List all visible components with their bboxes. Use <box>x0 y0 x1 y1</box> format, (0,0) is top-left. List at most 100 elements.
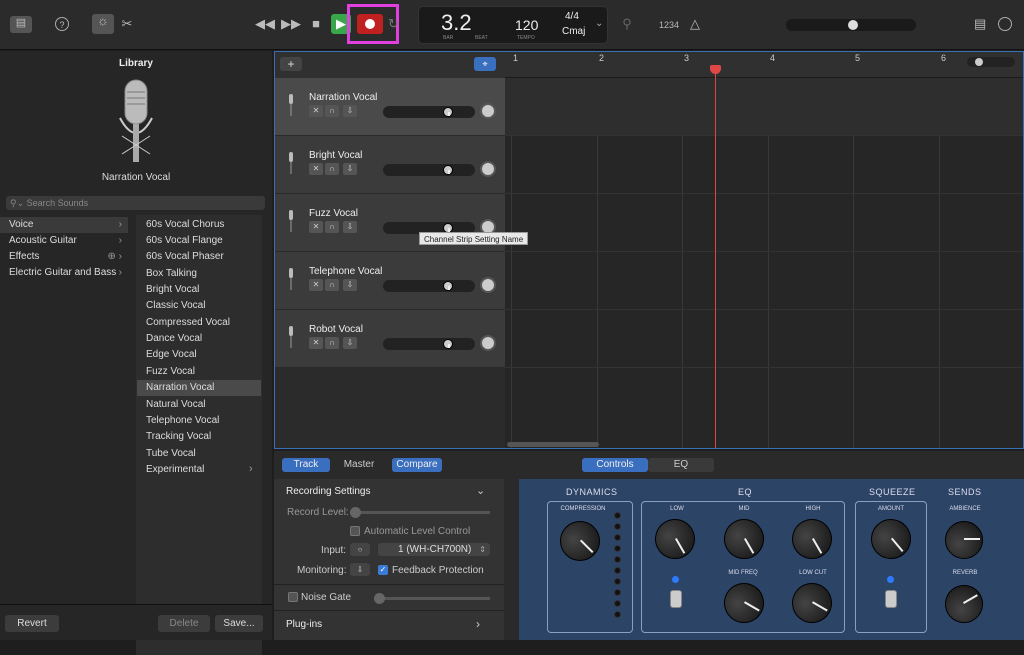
input-format-button[interactable]: ○ <box>350 543 370 556</box>
headphones-icon[interactable]: ∩ <box>325 279 339 291</box>
squeeze-toggle-switch[interactable] <box>885 590 897 608</box>
cycle-icon[interactable]: ↻ <box>388 17 399 31</box>
delete-button[interactable]: Delete <box>158 615 210 632</box>
tab-track[interactable]: Track <box>282 458 330 472</box>
metronome-icon[interactable]: △ <box>688 17 702 31</box>
plugins-label[interactable]: Plug-ins <box>286 619 322 630</box>
chevron-right-icon[interactable]: › <box>476 617 480 631</box>
headphones-icon[interactable]: ∩ <box>325 221 339 233</box>
mute-icon[interactable]: ✕ <box>309 105 323 117</box>
master-volume-knob[interactable] <box>848 20 858 30</box>
scissors-icon[interactable]: ✂ <box>120 17 134 31</box>
timeline[interactable]: 1 2 3 4 5 6 <box>505 52 1023 448</box>
notepad-icon[interactable]: ▤ <box>974 17 986 31</box>
patch-item[interactable]: 60s Vocal Chorus <box>137 217 261 233</box>
tab-eq[interactable]: EQ <box>648 458 714 472</box>
input-monitor-icon[interactable]: ⇩ <box>343 279 357 291</box>
patch-item[interactable]: Bright Vocal <box>137 282 261 298</box>
patch-item[interactable]: Tracking Vocal <box>137 429 261 445</box>
patch-item[interactable]: 60s Vocal Flange <box>137 233 261 249</box>
volume-knob[interactable] <box>443 165 453 175</box>
search-input[interactable]: ⚲⌄ Search Sounds <box>6 196 265 210</box>
tab-master[interactable]: Master <box>334 458 384 472</box>
forward-button[interactable]: ▶▶ <box>281 17 301 31</box>
monitoring-button[interactable]: ⇩ <box>350 563 370 576</box>
lcd-chevron-down-icon[interactable]: ⌄ <box>595 18 603 29</box>
library-icon[interactable]: ▤ <box>10 16 32 33</box>
help-icon[interactable]: ? <box>55 17 69 31</box>
track-row[interactable]: Robot Vocal ✕ ∩ ⇩ <box>275 310 505 368</box>
mute-icon[interactable]: ✕ <box>309 221 323 233</box>
patch-item[interactable]: Compressed Vocal <box>137 315 261 331</box>
rewind-button[interactable]: ◀◀ <box>255 17 275 31</box>
noise-gate-knob[interactable] <box>374 593 385 604</box>
mute-icon[interactable]: ✕ <box>309 163 323 175</box>
category-electric-guitar-bass[interactable]: Electric Guitar and Bass › <box>0 265 128 281</box>
patch-item[interactable]: Dance Vocal <box>137 331 261 347</box>
reverb-knob[interactable] <box>938 578 990 630</box>
patch-item-selected[interactable]: Narration Vocal <box>137 380 261 396</box>
record-button[interactable] <box>357 14 383 34</box>
ruler[interactable]: 1 2 3 4 5 6 <box>505 52 1023 78</box>
track-row[interactable]: Bright Vocal ✕ ∩ ⇩ <box>275 136 505 194</box>
catch-playhead-icon[interactable]: ⌖ <box>474 57 496 71</box>
category-acoustic-guitar[interactable]: Acoustic Guitar › <box>0 233 128 249</box>
eq-toggle-switch[interactable] <box>670 590 682 608</box>
input-select[interactable]: 1 (WH-CH700N) ⇕ <box>378 543 490 556</box>
tab-controls[interactable]: Controls <box>582 458 648 472</box>
compare-button[interactable]: Compare <box>392 458 442 472</box>
track-volume-slider[interactable] <box>383 106 475 118</box>
automatic-level-checkbox[interactable] <box>350 526 360 536</box>
master-volume-slider[interactable] <box>786 19 916 31</box>
patch-item[interactable]: Natural Vocal <box>137 397 261 413</box>
feedback-protection-checkbox[interactable]: ✓ <box>378 565 388 575</box>
patch-item[interactable]: Edge Vocal <box>137 347 261 363</box>
noise-gate-slider[interactable] <box>374 593 490 604</box>
tuner-icon[interactable]: ⚲ <box>621 17 633 31</box>
pan-knob[interactable] <box>480 277 496 293</box>
patch-item[interactable]: Box Talking <box>137 266 261 282</box>
horizontal-scrollbar[interactable] <box>507 442 599 447</box>
lcd-display[interactable]: 3.2 BAR BEAT 120 TEMPO 4/4 Cmaj ⌄ <box>418 6 608 44</box>
category-effects[interactable]: Effects ⊕ › <box>0 249 128 265</box>
track-lane[interactable] <box>505 252 1023 310</box>
volume-knob[interactable] <box>443 339 453 349</box>
mute-icon[interactable]: ✕ <box>309 337 323 349</box>
patch-item[interactable]: Experimental <box>137 462 261 478</box>
playhead[interactable] <box>715 66 716 448</box>
volume-knob[interactable] <box>443 107 453 117</box>
track-row[interactable]: Telephone Vocal ✕ ∩ ⇩ <box>275 252 505 310</box>
patch-item[interactable]: 60s Vocal Phaser <box>137 249 261 265</box>
headphones-icon[interactable]: ∩ <box>325 163 339 175</box>
patch-item[interactable]: Telephone Vocal <box>137 413 261 429</box>
revert-button[interactable]: Revert <box>5 615 59 632</box>
zoom-slider[interactable] <box>967 57 1015 67</box>
track-row[interactable]: Narration Vocal ✕ ∩ ⇩ <box>275 78 505 136</box>
add-track-button[interactable]: + <box>280 57 302 71</box>
input-monitor-icon[interactable]: ⇩ <box>343 105 357 117</box>
input-monitor-icon[interactable]: ⇩ <box>343 337 357 349</box>
category-voice[interactable]: Voice › <box>0 217 128 233</box>
track-volume-slider[interactable] <box>383 338 475 350</box>
chevron-down-icon[interactable]: ⌄ <box>476 484 485 497</box>
record-level-slider[interactable] <box>350 507 490 518</box>
save-button[interactable]: Save... <box>215 615 263 632</box>
headphones-icon[interactable]: ∩ <box>325 337 339 349</box>
volume-knob[interactable] <box>443 281 453 291</box>
track-lane[interactable] <box>505 310 1023 368</box>
patch-item[interactable]: Tube Vocal <box>137 446 261 462</box>
count-in-button[interactable]: 1234 <box>657 18 681 32</box>
input-monitor-icon[interactable]: ⇩ <box>343 221 357 233</box>
patch-item[interactable]: Fuzz Vocal <box>137 364 261 380</box>
patch-item[interactable]: Classic Vocal <box>137 298 261 314</box>
loop-browser-icon[interactable] <box>998 17 1012 31</box>
pan-knob[interactable] <box>480 103 496 119</box>
headphones-icon[interactable]: ∩ <box>325 105 339 117</box>
track-volume-slider[interactable] <box>383 280 475 292</box>
mute-icon[interactable]: ✕ <box>309 279 323 291</box>
pan-knob[interactable] <box>480 335 496 351</box>
track-lane[interactable] <box>505 136 1023 194</box>
smart-controls-icon[interactable]: ☼ <box>92 14 114 34</box>
ambience-knob[interactable] <box>945 521 983 559</box>
track-lane[interactable] <box>505 194 1023 252</box>
